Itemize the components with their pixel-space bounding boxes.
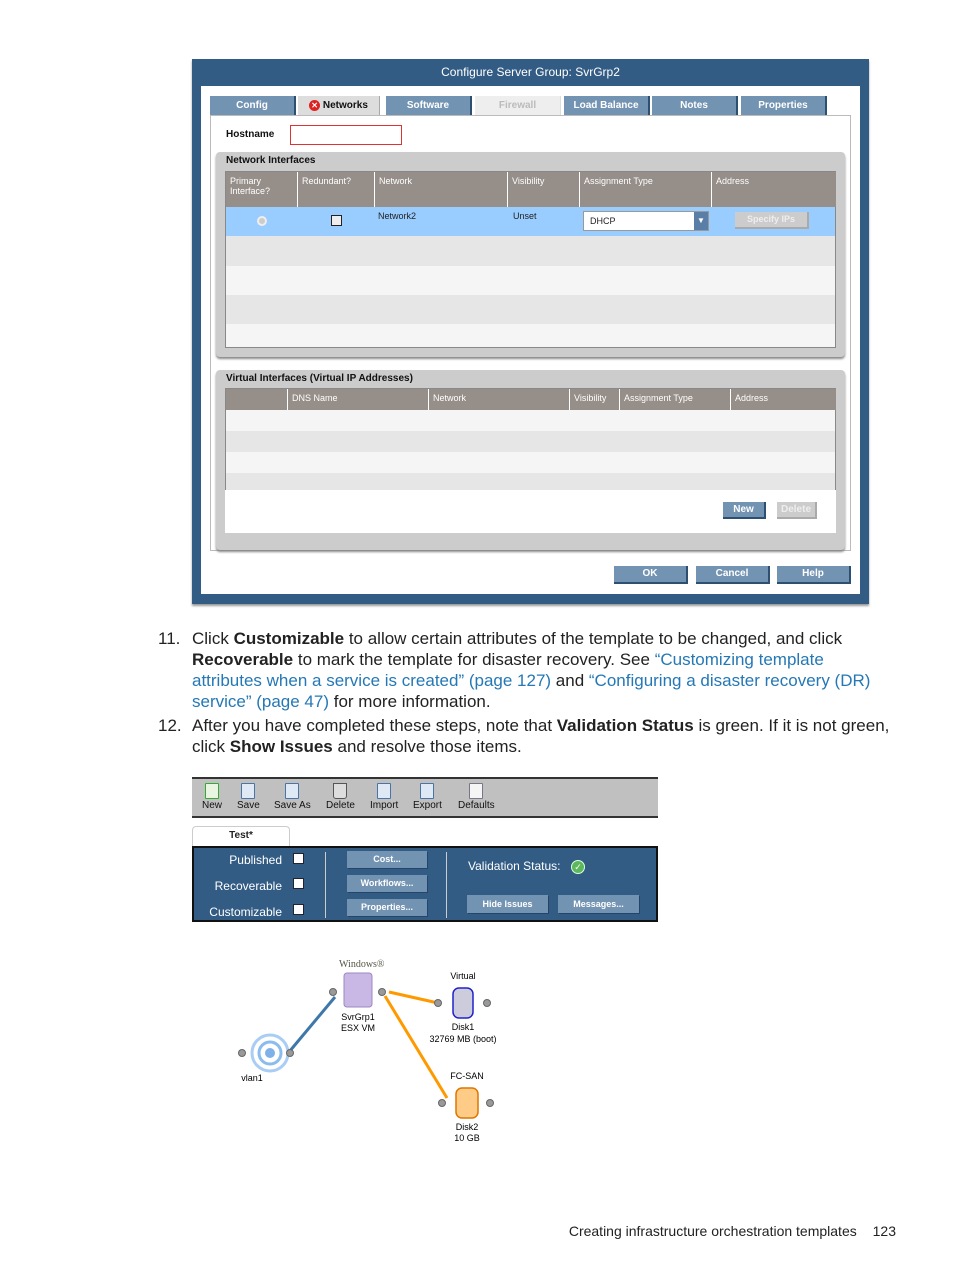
server-name: SvrGrp1 — [341, 1012, 375, 1022]
disk1-type: Virtual — [450, 971, 475, 981]
page-number: 123 — [872, 1223, 896, 1239]
windows-logo: Windows® — [339, 959, 385, 970]
network-link — [287, 996, 337, 1053]
disk2-name: Disk2 — [456, 1122, 479, 1132]
network-name: vlan1 — [241, 1073, 263, 1083]
disk2-icon — [455, 1087, 479, 1119]
server-icon — [343, 972, 373, 1008]
disk1-link — [388, 990, 439, 1005]
disk2-link — [383, 995, 449, 1099]
disk2-size: 10 GB — [454, 1133, 480, 1143]
disk1-size: 32769 MB (boot) — [429, 1034, 496, 1044]
page-footer: Creating infrastructure orchestration te… — [569, 1223, 896, 1239]
disk1-name: Disk1 — [452, 1022, 475, 1032]
topology-diagram: Windows® SvrGrp1 ESX VM vlan1 Virtual Di… — [238, 959, 497, 1143]
disk1-icon — [452, 987, 474, 1019]
vlan-icon — [250, 1033, 290, 1073]
server-type: ESX VM — [341, 1023, 375, 1033]
footer-title: Creating infrastructure orchestration te… — [568, 1223, 857, 1239]
disk2-type: FC-SAN — [450, 1071, 484, 1081]
